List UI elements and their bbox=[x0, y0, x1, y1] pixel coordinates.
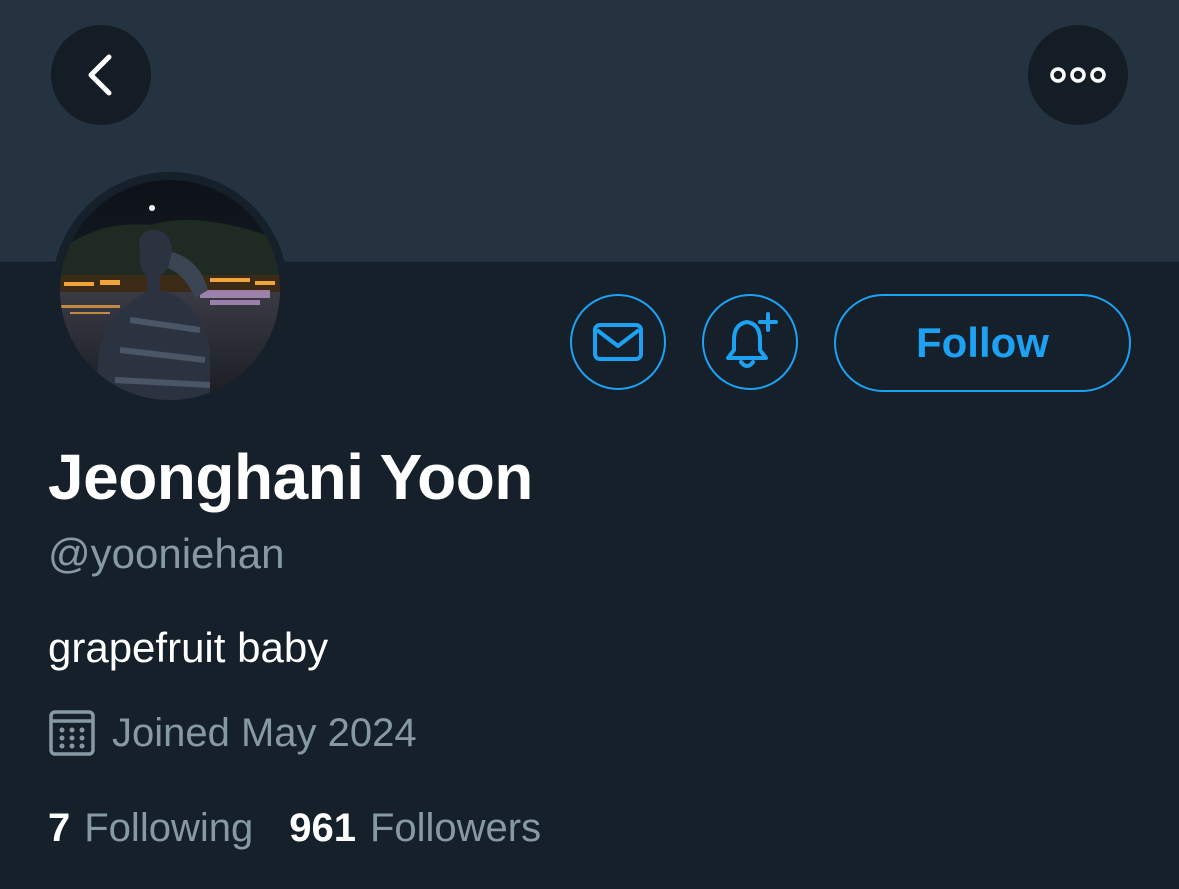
envelope-icon bbox=[593, 323, 643, 361]
follow-button-label: Follow bbox=[916, 319, 1049, 366]
more-options-button[interactable] bbox=[1028, 25, 1128, 125]
following-label: Following bbox=[84, 805, 254, 850]
followers-count: 961 bbox=[289, 805, 356, 850]
following-stat[interactable]: 7 Following bbox=[48, 806, 253, 851]
joined-date-text: Joined May 2024 bbox=[112, 710, 417, 755]
back-button[interactable] bbox=[51, 25, 151, 125]
joined-date-row: Joined May 2024 bbox=[48, 706, 417, 760]
notify-button[interactable] bbox=[702, 294, 798, 390]
followers-stat[interactable]: 961 Followers bbox=[289, 806, 541, 851]
more-horizontal-icon bbox=[1050, 67, 1106, 83]
username-handle: @yooniehan bbox=[48, 530, 285, 577]
follow-button[interactable]: Follow bbox=[834, 294, 1131, 392]
calendar-icon bbox=[49, 710, 95, 756]
avatar[interactable] bbox=[60, 180, 280, 400]
chevron-left-icon bbox=[88, 54, 112, 96]
followers-label: Followers bbox=[369, 805, 542, 850]
following-count: 7 bbox=[48, 805, 71, 850]
bell-plus-icon bbox=[726, 312, 778, 368]
bio-text: grapefruit baby bbox=[48, 624, 329, 671]
display-name: Jeonghani Yoon bbox=[48, 441, 533, 513]
avatar-photo bbox=[60, 180, 280, 400]
follow-stats: 7 Following 961 Followers bbox=[48, 801, 541, 855]
message-button[interactable] bbox=[570, 294, 666, 390]
